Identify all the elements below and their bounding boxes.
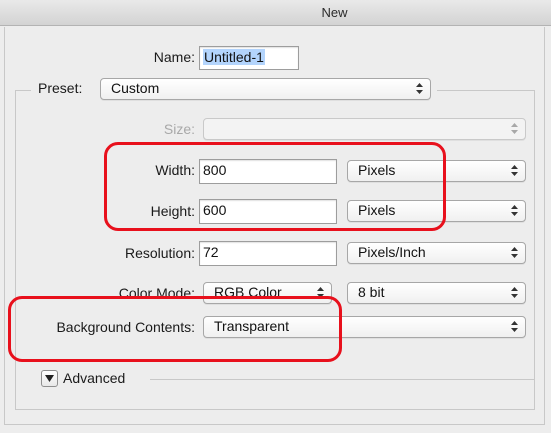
width-unit-value: Pixels	[358, 162, 396, 178]
window-title: New	[321, 5, 348, 20]
width-value: 800	[203, 162, 227, 178]
updown-arrows-icon	[511, 165, 518, 176]
preset-group-border-top-left	[15, 90, 31, 91]
updown-arrows-icon	[511, 205, 518, 216]
background-contents-value: Transparent	[214, 318, 289, 334]
preset-label: Preset:	[38, 80, 83, 96]
name-input[interactable]: Untitled-1	[199, 46, 299, 70]
preset-group-border-left	[15, 90, 16, 410]
preset-group-border-top-right	[437, 90, 535, 91]
preset-group-border-bottom	[15, 409, 535, 410]
updown-arrows-icon	[511, 123, 518, 134]
height-label: Height:	[150, 203, 195, 219]
title-bar[interactable]: New	[0, 0, 551, 26]
bit-depth-select[interactable]: 8 bit	[347, 282, 526, 304]
height-value: 600	[203, 202, 227, 218]
name-input-value: Untitled-1	[203, 49, 265, 65]
updown-arrows-icon	[511, 247, 518, 258]
name-label: Name:	[153, 49, 195, 65]
background-contents-select[interactable]: Transparent	[203, 316, 526, 338]
resolution-unit-value: Pixels/Inch	[358, 244, 426, 260]
bit-depth-value: 8 bit	[358, 284, 385, 300]
height-unit-select[interactable]: Pixels	[347, 200, 526, 222]
resolution-value: 72	[203, 244, 219, 260]
resolution-label: Resolution:	[124, 245, 195, 261]
advanced-disclosure-button[interactable]	[41, 370, 58, 387]
preset-select[interactable]: Custom	[100, 78, 431, 100]
width-label: Width:	[155, 162, 195, 178]
updown-arrows-icon	[511, 287, 518, 298]
updown-arrows-icon	[416, 83, 423, 94]
updown-arrows-icon	[511, 321, 518, 332]
preset-value: Custom	[111, 80, 160, 96]
height-input[interactable]: 600	[199, 199, 337, 224]
color-mode-value: RGB Color	[214, 284, 282, 300]
background-contents-label: Background Contents:	[56, 319, 195, 335]
color-mode-label: Color Mode:	[118, 285, 195, 301]
width-input[interactable]: 800	[199, 159, 337, 184]
color-mode-select[interactable]: RGB Color	[203, 282, 332, 304]
resolution-unit-select[interactable]: Pixels/Inch	[347, 242, 526, 264]
new-document-dialog: New Name: Untitled-1 Preset: Custom Size…	[0, 0, 551, 433]
preset-group-border-right	[534, 90, 535, 410]
advanced-divider	[150, 379, 535, 380]
height-unit-value: Pixels	[358, 202, 396, 218]
updown-arrows-icon	[317, 287, 324, 298]
triangle-down-icon	[45, 375, 54, 382]
size-label: Size:	[163, 121, 195, 137]
size-select	[203, 118, 526, 140]
advanced-label: Advanced	[63, 370, 126, 386]
resolution-input[interactable]: 72	[199, 241, 337, 266]
width-unit-select[interactable]: Pixels	[347, 160, 526, 182]
